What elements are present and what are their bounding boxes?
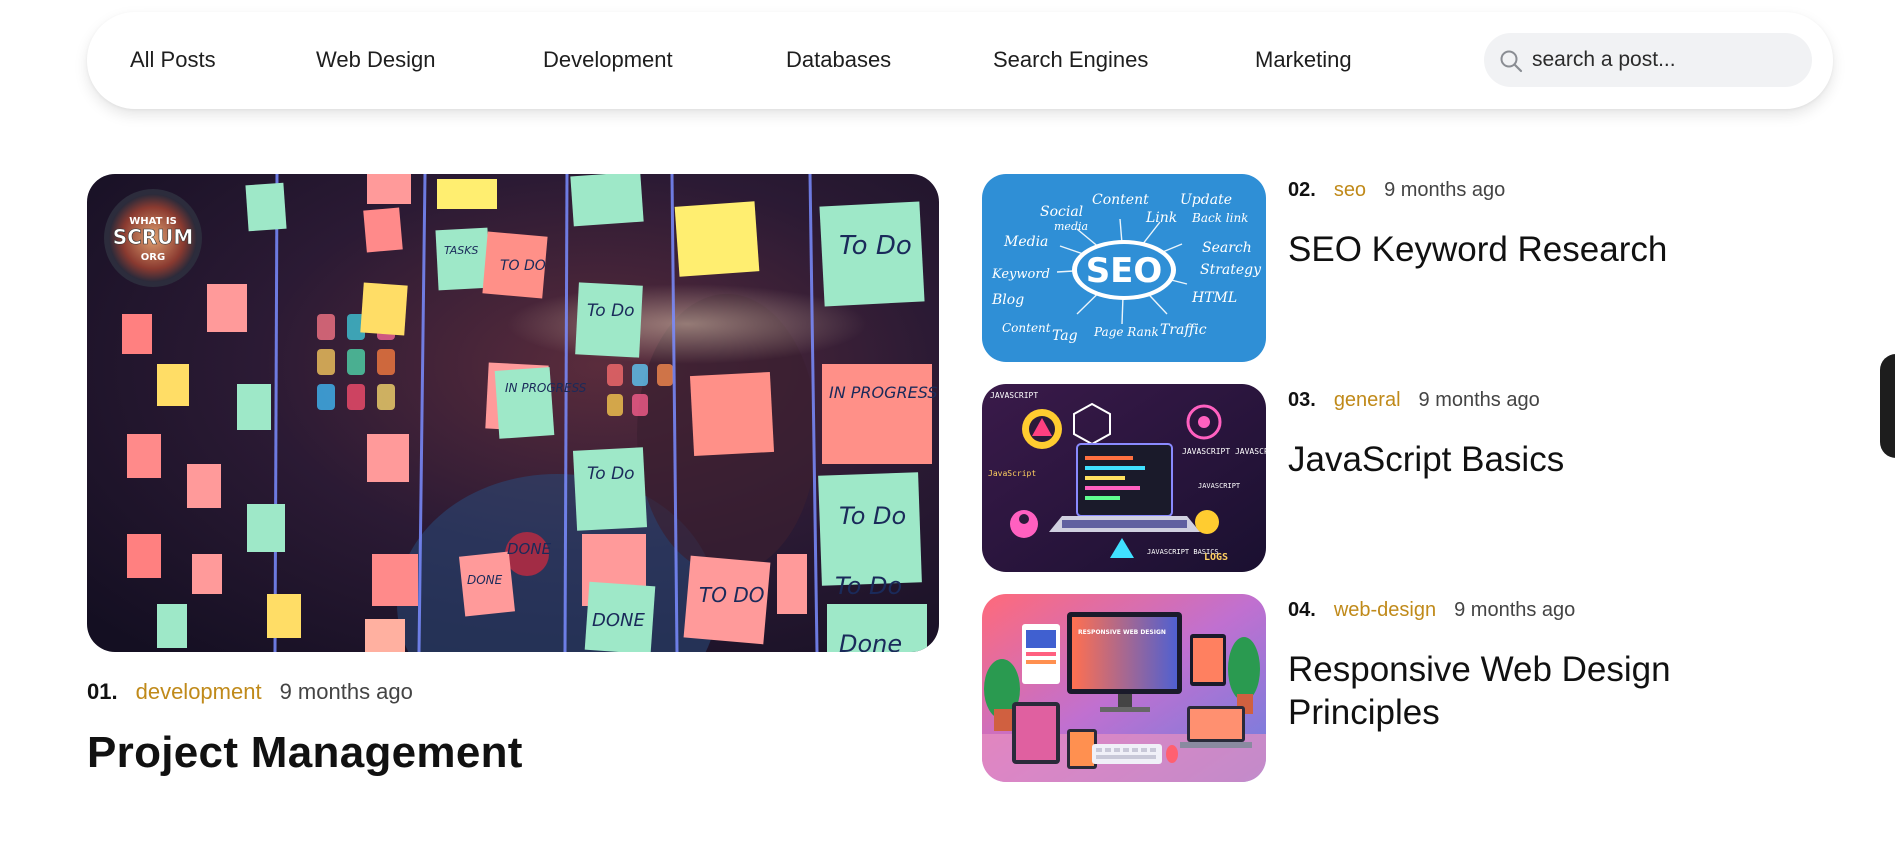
badge-line-2: SCRUM bbox=[113, 225, 194, 249]
note-text: DONE bbox=[507, 540, 552, 558]
img-word: Update bbox=[1180, 192, 1232, 208]
post-category-link[interactable]: seo bbox=[1334, 179, 1366, 201]
img-word: JavaScript bbox=[988, 469, 1036, 478]
img-word: Social bbox=[1040, 204, 1083, 220]
note-text: TO DO bbox=[500, 258, 546, 274]
post-meta-02: 02. seo 9 months ago bbox=[1288, 176, 1505, 204]
img-word: Media bbox=[1003, 234, 1048, 250]
note-text: To Do bbox=[839, 231, 912, 261]
img-word: JAVASCRIPT JAVASCPT bbox=[1182, 447, 1266, 456]
img-word: LOGS bbox=[1204, 552, 1228, 563]
post-thumbnail-seo[interactable]: SEO Social media Content Link Update Bac… bbox=[982, 174, 1266, 362]
post-title-03[interactable]: JavaScript Basics bbox=[1288, 438, 1758, 481]
note-text: To Do bbox=[587, 301, 635, 321]
nav-link-all-posts[interactable]: All Posts bbox=[130, 46, 216, 74]
post-category-link[interactable]: web-design bbox=[1334, 599, 1436, 621]
note-text: DONE bbox=[592, 610, 645, 631]
img-word: Link bbox=[1145, 210, 1177, 226]
post-category-link[interactable]: general bbox=[1334, 389, 1401, 411]
img-word: Back link bbox=[1191, 211, 1248, 225]
post-meta-04: 04. web-design 9 months ago bbox=[1288, 596, 1575, 624]
img-word: RESPONSIVE WEB DESIGN bbox=[1078, 629, 1166, 636]
note-text: To Do bbox=[839, 502, 906, 530]
post-number: 02. bbox=[1288, 179, 1316, 201]
note-text: IN PROGRESS bbox=[829, 383, 938, 402]
scrum-logo-badge: WHAT IS SCRUM ORG bbox=[104, 189, 202, 287]
side-widget-tab[interactable] bbox=[1880, 354, 1895, 458]
badge-line-3: ORG bbox=[141, 252, 165, 263]
post-thumbnail-web-design[interactable]: RESPONSIVE WEB DESIGN bbox=[982, 594, 1266, 782]
post-number: 04. bbox=[1288, 599, 1316, 621]
post-time: 9 months ago bbox=[1454, 599, 1576, 621]
featured-post-title[interactable]: Project Management bbox=[87, 728, 523, 778]
post-number: 03. bbox=[1288, 389, 1316, 411]
search-icon bbox=[1498, 48, 1524, 74]
search-box[interactable] bbox=[1484, 33, 1812, 87]
search-input[interactable] bbox=[1532, 33, 1792, 87]
img-word: Blog bbox=[991, 292, 1024, 308]
img-word: Content bbox=[1092, 192, 1149, 208]
post-time: 9 months ago bbox=[279, 679, 413, 704]
note-text: DONE bbox=[467, 573, 503, 587]
note-text: To Do bbox=[587, 464, 635, 484]
featured-post-meta: 01. development 9 months ago bbox=[87, 678, 413, 706]
img-word: Search bbox=[1202, 240, 1252, 256]
post-number: 01. bbox=[87, 679, 118, 704]
note-text: TASKS bbox=[444, 244, 478, 257]
note-text: IN PROGRESS bbox=[505, 381, 587, 395]
post-title-04[interactable]: Responsive Web Design Principles bbox=[1288, 648, 1758, 734]
post-category-link[interactable]: development bbox=[136, 679, 262, 704]
note-text: Done bbox=[839, 630, 902, 652]
featured-post-image[interactable]: TASKS TO DO To Do IN PROGRESS To Do IN P… bbox=[87, 174, 939, 652]
img-word: JAVASCRIPT bbox=[990, 391, 1038, 400]
img-word: Strategy bbox=[1200, 262, 1262, 278]
img-word: Traffic bbox=[1160, 322, 1207, 338]
top-navbar: All Posts Web Design Development Databas… bbox=[87, 12, 1833, 109]
post-title-02[interactable]: SEO Keyword Research bbox=[1288, 228, 1758, 271]
note-text: TO DO bbox=[699, 583, 764, 607]
post-time: 9 months ago bbox=[1418, 389, 1540, 411]
img-word: Page Rank bbox=[1093, 325, 1159, 339]
post-thumbnail-javascript[interactable]: JAVASCRIPT JAVASCRIPT JAVASCPT JAVASCRIP… bbox=[982, 384, 1266, 572]
seo-center-word: SEO bbox=[1086, 251, 1163, 291]
nav-link-development[interactable]: Development bbox=[543, 46, 673, 74]
img-word: HTML bbox=[1191, 290, 1237, 306]
img-word: Content bbox=[1002, 321, 1051, 335]
img-word: JAVASCRIPT bbox=[1198, 482, 1241, 490]
note-text: To Do bbox=[835, 572, 902, 600]
nav-link-marketing[interactable]: Marketing bbox=[1255, 46, 1352, 74]
nav-link-search-engines[interactable]: Search Engines bbox=[993, 46, 1148, 74]
img-word: Keyword bbox=[991, 267, 1050, 282]
img-word: Tag bbox=[1052, 328, 1078, 344]
post-time: 9 months ago bbox=[1384, 179, 1506, 201]
img-word: media bbox=[1054, 220, 1088, 233]
nav-link-web-design[interactable]: Web Design bbox=[316, 46, 435, 74]
nav-link-databases[interactable]: Databases bbox=[786, 46, 891, 74]
post-meta-03: 03. general 9 months ago bbox=[1288, 386, 1540, 414]
